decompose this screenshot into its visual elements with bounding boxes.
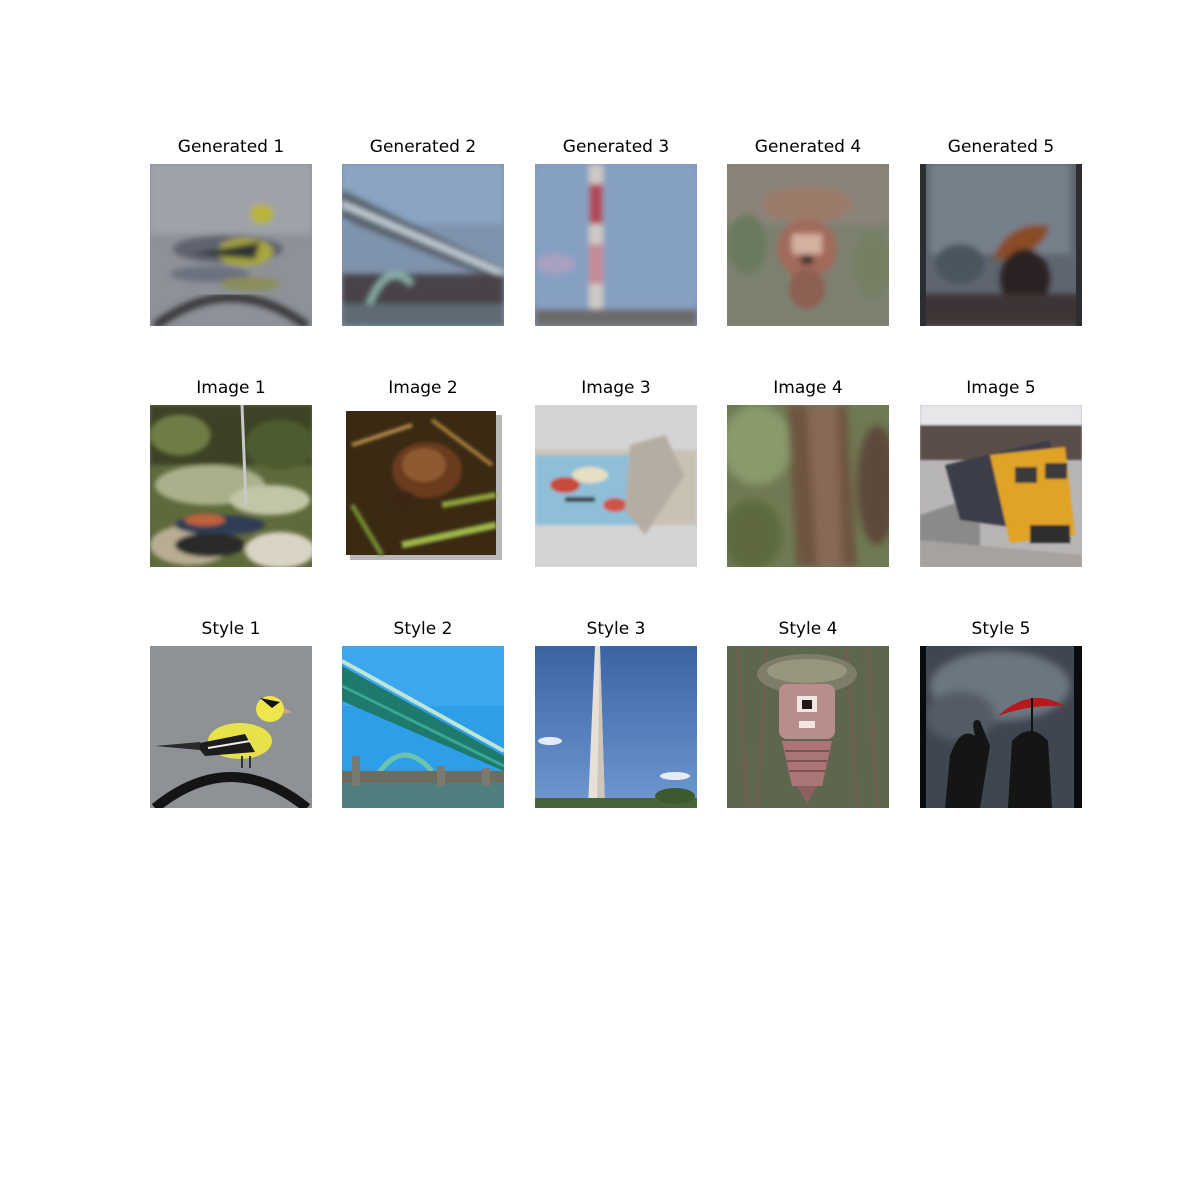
content-image-2 <box>342 405 504 567</box>
content-title-3: Image 3 <box>581 378 651 398</box>
generated-image-2 <box>342 164 504 326</box>
image-grid-figure: Generated 1 Generated 2 Generated 3 Gene… <box>0 0 1200 1200</box>
generated-image-4 <box>727 164 889 326</box>
content-image-4 <box>727 405 889 567</box>
generated-title-4: Generated 4 <box>754 137 862 157</box>
content-title-1: Image 1 <box>196 378 266 398</box>
content-image-3 <box>535 405 697 567</box>
generated-title-2: Generated 2 <box>369 137 477 157</box>
generated-image-3 <box>535 164 697 326</box>
content-image-5 <box>920 405 1082 567</box>
generated-image-5 <box>920 164 1082 326</box>
style-title-4: Style 4 <box>778 619 838 639</box>
style-image-2 <box>342 646 504 808</box>
style-image-5 <box>920 646 1082 808</box>
style-title-5: Style 5 <box>971 619 1031 639</box>
generated-title-3: Generated 3 <box>562 137 670 157</box>
style-title-3: Style 3 <box>586 619 646 639</box>
content-title-5: Image 5 <box>966 378 1036 398</box>
style-title-2: Style 2 <box>393 619 453 639</box>
content-title-2: Image 2 <box>388 378 458 398</box>
content-title-4: Image 4 <box>773 378 843 398</box>
style-image-3 <box>535 646 697 808</box>
style-image-4 <box>727 646 889 808</box>
generated-title-5: Generated 5 <box>947 137 1055 157</box>
style-image-1 <box>150 646 312 808</box>
generated-title-1: Generated 1 <box>177 137 285 157</box>
generated-image-1 <box>150 164 312 326</box>
content-image-1 <box>150 405 312 567</box>
style-title-1: Style 1 <box>201 619 261 639</box>
